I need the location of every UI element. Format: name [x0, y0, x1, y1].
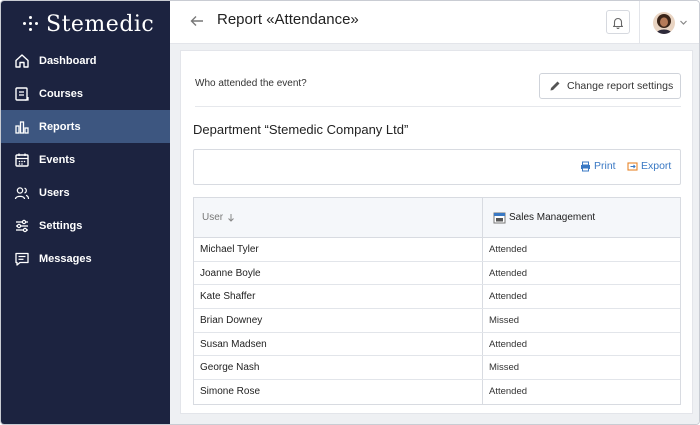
sidebar-item-label: Courses — [39, 87, 84, 100]
sidebar-item-events[interactable]: Events — [1, 143, 170, 176]
sidebar-item-label: Messages — [39, 252, 92, 265]
table-row[interactable]: Simone Rose Attended — [194, 380, 680, 404]
courses-icon — [15, 86, 29, 101]
attendance-status: Attended — [489, 267, 528, 279]
printer-icon — [581, 161, 590, 171]
attendance-status: Attended — [489, 243, 528, 255]
home-icon — [15, 53, 29, 68]
pencil-icon — [550, 81, 560, 91]
divider — [195, 106, 681, 107]
export-icon — [627, 161, 638, 171]
sidebar-item-courses[interactable]: Courses — [1, 77, 170, 110]
user-name: Simone Rose — [194, 380, 483, 404]
sidebar-item-label: Events — [39, 153, 76, 166]
attendance-status: Missed — [489, 314, 520, 326]
change-report-settings-button[interactable]: Change report settings — [539, 73, 681, 99]
table-row[interactable]: Susan Madsen Attended — [194, 332, 680, 357]
sidebar-item-label: Users — [39, 186, 70, 199]
main-content: Who attended the event? Change report se… — [170, 44, 699, 424]
sidebar-item-reports[interactable]: Reports — [1, 110, 170, 143]
message-icon — [15, 252, 29, 266]
user-name: Kate Shaffer — [194, 285, 483, 309]
table-row[interactable]: Michael Tyler Attended — [194, 238, 680, 262]
calendar-icon — [15, 153, 29, 167]
report-card: Who attended the event? Change report se… — [180, 50, 693, 414]
report-question: Who attended the event? — [195, 78, 307, 89]
attendance-table: User Sales Management Michael Tyler Atten… — [193, 197, 681, 405]
top-header: Report «Attendance» — [170, 1, 699, 44]
table-row[interactable]: Joanne Boyle Attended — [194, 261, 680, 286]
sidebar-item-settings[interactable]: Settings — [1, 209, 170, 242]
change-report-settings-label: Change report settings — [567, 80, 674, 92]
column-header-event[interactable]: Sales Management — [483, 198, 680, 237]
print-button[interactable]: Print — [580, 160, 616, 172]
export-label: Export — [641, 160, 672, 172]
user-name: Brian Downey — [194, 309, 483, 332]
user-name: Susan Madsen — [194, 332, 483, 356]
sidebar-nav: Dashboard Courses Reports Events Users S… — [1, 44, 170, 275]
user-avatar[interactable] — [653, 12, 675, 34]
table-row[interactable]: Brian Downey Missed — [194, 309, 680, 333]
attendance-status: Attended — [489, 291, 528, 303]
table-row[interactable]: George Nash Missed — [194, 356, 680, 381]
chevron-down-icon[interactable] — [679, 18, 688, 27]
page-title: Report «Attendance» — [217, 11, 359, 28]
export-button[interactable]: Export — [627, 160, 671, 172]
table-header: User Sales Management — [194, 198, 680, 238]
sidebar-item-dashboard[interactable]: Dashboard — [1, 44, 170, 77]
bar-chart-icon — [15, 120, 29, 134]
table-row[interactable]: Kate Shaffer Attended — [194, 285, 680, 310]
notifications-button[interactable] — [606, 10, 630, 34]
report-toolbar: Print Export — [193, 149, 681, 185]
print-label: Print — [594, 160, 616, 172]
attendance-status: Attended — [489, 386, 528, 398]
sidebar-item-label: Reports — [39, 120, 81, 133]
app-window: Stemedic Dashboard Courses Reports Event… — [0, 0, 700, 425]
attendance-status: Missed — [489, 362, 520, 374]
department-title: Department “Stemedic Company Ltd” — [193, 122, 409, 137]
attendance-status: Attended — [489, 338, 528, 350]
bell-icon — [612, 17, 624, 29]
sort-down-icon — [228, 214, 234, 222]
logo-mark-icon — [22, 15, 40, 33]
logo-text: Stemedic — [46, 11, 155, 37]
user-name: George Nash — [194, 356, 483, 380]
sidebar-item-label: Settings — [39, 219, 83, 232]
user-name: Michael Tyler — [194, 238, 483, 261]
sliders-icon — [16, 219, 28, 232]
back-arrow-icon[interactable] — [189, 13, 205, 29]
avatar-icon — [653, 12, 675, 34]
sidebar: Stemedic Dashboard Courses Reports Event… — [1, 1, 170, 424]
column-header-user[interactable]: User — [194, 198, 483, 237]
user-name: Joanne Boyle — [194, 261, 483, 285]
sidebar-item-users[interactable]: Users — [1, 176, 170, 209]
sidebar-item-label: Dashboard — [39, 54, 97, 67]
event-calendar-icon — [493, 212, 506, 224]
logo[interactable]: Stemedic — [22, 10, 154, 38]
header-divider — [639, 1, 640, 44]
users-icon — [14, 186, 30, 199]
sidebar-item-messages[interactable]: Messages — [1, 242, 170, 275]
